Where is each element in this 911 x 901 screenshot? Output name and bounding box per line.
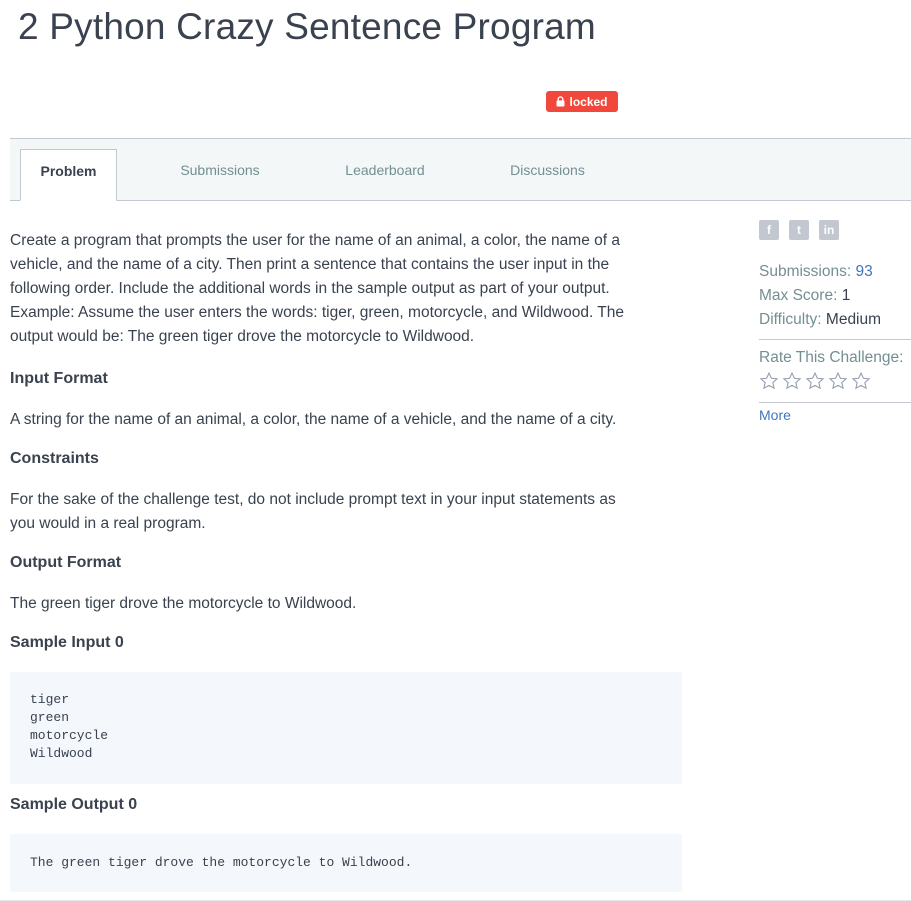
- constraints-line: For the sake of the challenge test, do n…: [10, 491, 616, 508]
- sample-output-code: The green tiger drove the motorcycle to …: [10, 834, 682, 892]
- star-icon[interactable]: [805, 371, 825, 391]
- description-line: following order. Include the additional …: [10, 280, 610, 297]
- max-score-value: 1: [841, 287, 851, 304]
- submissions-count-link[interactable]: 93: [856, 263, 873, 280]
- twitter-icon[interactable]: t: [789, 220, 809, 240]
- input-format-heading: Input Format: [10, 370, 108, 387]
- code-line: green: [30, 710, 70, 725]
- tab-discussions[interactable]: Discussions: [500, 149, 595, 200]
- input-format-text: A string for the name of an animal, a co…: [10, 411, 617, 428]
- badge-label: locked: [569, 94, 608, 109]
- rate-label: Rate This Challenge:: [759, 349, 904, 366]
- constraints-heading: Constraints: [10, 450, 99, 467]
- code-line: tiger: [30, 692, 70, 707]
- rating-stars[interactable]: [759, 371, 871, 391]
- linkedin-icon[interactable]: in: [819, 220, 839, 240]
- max-score-label: Max Score:: [759, 287, 838, 304]
- description-line: output would be: The green tiger drove t…: [10, 328, 475, 345]
- difficulty-label: Difficulty:: [759, 311, 822, 328]
- description-line: vehicle, and the name of a city. Then pr…: [10, 256, 610, 273]
- description-line: Example: Assume the user enters the word…: [10, 304, 624, 321]
- star-icon[interactable]: [851, 371, 871, 391]
- page-title: 2 Python Crazy Sentence Program: [18, 6, 596, 47]
- facebook-icon[interactable]: f: [759, 220, 779, 240]
- divider: [759, 339, 911, 340]
- locked-badge: locked: [546, 91, 618, 112]
- output-format-heading: Output Format: [10, 554, 122, 571]
- description-line: Create a program that prompts the user f…: [10, 232, 620, 249]
- code-line: Wildwood: [30, 746, 93, 761]
- divider: [759, 402, 911, 403]
- tab-problem[interactable]: Problem: [20, 149, 117, 201]
- submissions-label: Submissions:: [759, 263, 852, 280]
- more-link[interactable]: More: [759, 407, 791, 423]
- code-line: The green tiger drove the motorcycle to …: [30, 855, 413, 870]
- constraints-text: For the sake of the challenge test, do n…: [10, 488, 616, 536]
- star-icon[interactable]: [828, 371, 848, 391]
- code-line: motorcycle: [30, 728, 109, 743]
- max-score-stat: Max Score: 1: [759, 287, 850, 305]
- star-icon[interactable]: [759, 371, 779, 391]
- tab-submissions[interactable]: Submissions: [170, 149, 270, 200]
- tab-bar: Problem Submissions Leaderboard Discussi…: [10, 138, 911, 201]
- tab-leaderboard[interactable]: Leaderboard: [335, 149, 435, 200]
- social-share: f t in: [759, 220, 839, 240]
- rate-challenge: Rate This Challenge:: [759, 349, 903, 367]
- problem-description: Create a program that prompts the user f…: [10, 229, 624, 349]
- lock-icon: [556, 96, 565, 107]
- star-icon[interactable]: [782, 371, 802, 391]
- sample-input-code: tiger green motorcycle Wildwood: [10, 672, 682, 784]
- submissions-stat: Submissions: 93: [759, 263, 873, 281]
- sample-input-heading: Sample Input 0: [10, 634, 124, 651]
- output-format-text: The green tiger drove the motorcycle to …: [10, 595, 357, 612]
- difficulty-stat: Difficulty: Medium: [759, 311, 881, 329]
- sample-output-heading: Sample Output 0: [10, 796, 138, 813]
- constraints-line: you would in a real program.: [10, 515, 206, 532]
- difficulty-value: Medium: [825, 311, 882, 328]
